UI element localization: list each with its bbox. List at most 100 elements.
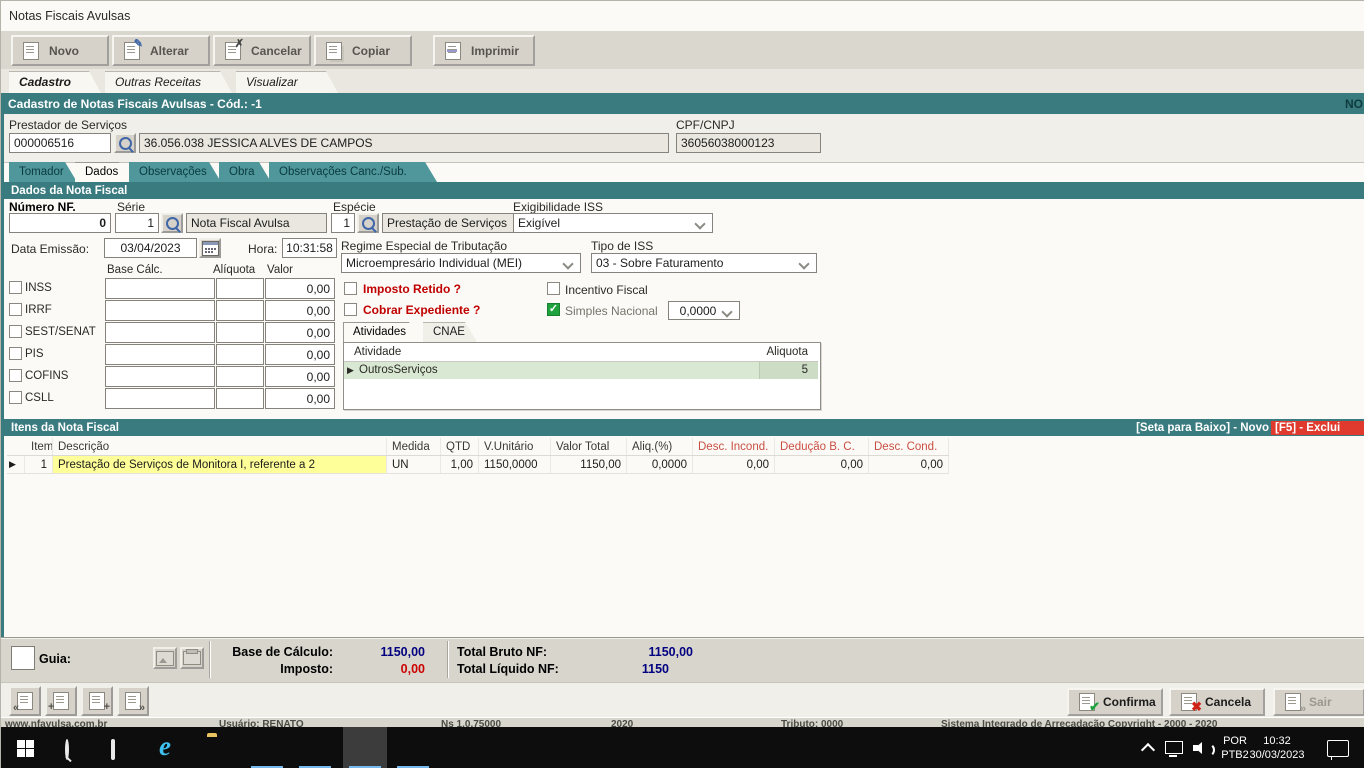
- internet-explorer-icon[interactable]: [159, 731, 171, 762]
- cancelar-button[interactable]: ✗ Cancelar: [213, 35, 311, 66]
- csll-valor-field[interactable]: 0,00: [265, 388, 335, 409]
- itens-hint-delete: [F5] - Exclui: [1271, 421, 1364, 435]
- exit-icon: »: [1285, 693, 1301, 711]
- csll-aliquota-field[interactable]: [216, 388, 264, 409]
- incentivo-fiscal-checkbox[interactable]: [547, 282, 560, 295]
- cancela-button[interactable]: ✖ Cancela: [1169, 688, 1265, 716]
- volume-icon[interactable]: [1193, 740, 1213, 756]
- qtd-cell: 1,00: [441, 456, 479, 473]
- nav-prev-button[interactable]: +: [45, 686, 77, 716]
- aliquota-cell-bg: [759, 362, 818, 379]
- nav-next-button[interactable]: +: [81, 686, 113, 716]
- record-next-icon: +: [89, 692, 105, 710]
- item-row[interactable]: ▶ 1 Prestação de Serviços de Monitora I,…: [7, 456, 949, 474]
- inss-base-field[interactable]: [105, 278, 215, 299]
- start-button-icon[interactable]: [17, 740, 34, 757]
- sest-label: SEST/SENAT: [25, 326, 96, 338]
- pis-aliquota-field[interactable]: [216, 344, 264, 365]
- tab-dados[interactable]: Dados: [75, 162, 131, 182]
- aliq-cell: 0,0000: [627, 456, 693, 473]
- copiar-button[interactable]: Copiar: [314, 35, 412, 66]
- tab-cadastro[interactable]: Cadastro: [9, 71, 101, 93]
- simples-nacional-checkbox[interactable]: [547, 303, 560, 316]
- imposto-retido-checkbox[interactable]: [344, 282, 357, 295]
- atividade-row[interactable]: ▶ OutrosServiços 5: [344, 362, 818, 379]
- search-icon: [119, 137, 132, 150]
- irrf-base-field[interactable]: [105, 300, 215, 321]
- inss-valor-field[interactable]: 0,00: [265, 278, 335, 299]
- pis-base-field[interactable]: [105, 344, 215, 365]
- page-status: NO: [1345, 97, 1363, 111]
- app-icon-2-highlight: [343, 727, 387, 768]
- sair-button[interactable]: » Sair: [1273, 688, 1364, 716]
- calendar-button[interactable]: [199, 238, 221, 258]
- sest-aliquota-field[interactable]: [216, 322, 264, 343]
- tab-outras-receitas[interactable]: Outras Receitas: [105, 71, 232, 93]
- alterar-button-label: Alterar: [150, 44, 189, 58]
- guia-view-button[interactable]: [153, 647, 177, 669]
- especie-field[interactable]: 1: [331, 213, 355, 233]
- regime-select[interactable]: Microempresário Individual (MEI): [341, 253, 581, 273]
- cobrar-expediente-checkbox[interactable]: [344, 303, 357, 316]
- tab-cadastro-label: Cadastro: [19, 75, 71, 89]
- sest-checkbox[interactable]: [9, 325, 22, 338]
- hora-field[interactable]: 10:31:58: [282, 238, 337, 258]
- prestador-search-button[interactable]: [114, 133, 136, 153]
- irrf-aliquota-field[interactable]: [216, 300, 264, 321]
- numero-field[interactable]: 0: [9, 213, 111, 233]
- exigibilidade-select[interactable]: Exigível: [513, 213, 713, 233]
- col-medida: Medida: [387, 438, 441, 455]
- imprimir-button[interactable]: Imprimir: [433, 35, 535, 66]
- base-calculo-value: 1150,00: [337, 645, 425, 659]
- tab-visualizar[interactable]: Visualizar: [236, 71, 338, 93]
- especie-search-button[interactable]: [357, 213, 379, 233]
- sest-base-field[interactable]: [105, 322, 215, 343]
- simples-valor-select[interactable]: 0,0000: [668, 301, 740, 320]
- dados-section-header: Dados da Nota Fiscal: [4, 182, 1364, 199]
- prestador-code-field[interactable]: 000006516: [9, 133, 111, 153]
- prestador-name-field: 36.056.038 JESSICA ALVES DE CAMPOS: [139, 133, 669, 153]
- irrf-checkbox[interactable]: [9, 303, 22, 316]
- tab-cnae[interactable]: CNAE: [423, 322, 477, 342]
- simples-nacional-label: Simples Nacional: [565, 304, 658, 318]
- tab-observacoes-canc[interactable]: Observações Canc./Sub.: [269, 162, 437, 182]
- cancelar-button-label: Cancelar: [251, 44, 302, 58]
- confirma-button[interactable]: ✔ Confirma: [1067, 688, 1163, 716]
- col-desc-incond: Desc. Incond.: [693, 438, 775, 455]
- guia-print-button[interactable]: [180, 647, 204, 669]
- tab-observacoes[interactable]: Observações: [129, 162, 221, 182]
- record-first-icon: «: [17, 692, 33, 710]
- serie-field[interactable]: 1: [115, 213, 159, 233]
- total-liquido-value: 1150: [593, 662, 669, 676]
- cofins-valor-field[interactable]: 0,00: [265, 366, 335, 387]
- tab-atividades[interactable]: Atividades: [343, 322, 421, 342]
- tab-obra[interactable]: Obra: [219, 162, 271, 182]
- guia-checkbox[interactable]: [11, 646, 35, 670]
- serie-search-button[interactable]: [161, 213, 183, 233]
- cofins-aliquota-field[interactable]: [216, 366, 264, 387]
- cofins-checkbox[interactable]: [9, 369, 22, 382]
- data-emissao-field[interactable]: 03/04/2023: [104, 238, 197, 258]
- taskbar-search-icon[interactable]: [65, 741, 69, 759]
- inss-checkbox[interactable]: [9, 281, 22, 294]
- nav-last-button[interactable]: »: [117, 686, 149, 716]
- novo-button[interactable]: Novo: [11, 35, 109, 66]
- sest-valor-field[interactable]: 0,00: [265, 322, 335, 343]
- network-icon[interactable]: [1165, 741, 1183, 754]
- nav-first-button[interactable]: «: [9, 686, 41, 716]
- irrf-valor-field[interactable]: 0,00: [265, 300, 335, 321]
- inss-aliquota-field[interactable]: [216, 278, 264, 299]
- alterar-button[interactable]: ✎ Alterar: [112, 35, 210, 66]
- csll-base-field[interactable]: [105, 388, 215, 409]
- task-view-icon[interactable]: [111, 741, 115, 759]
- pis-checkbox[interactable]: [9, 347, 22, 360]
- tipo-iss-select[interactable]: 03 - Sobre Faturamento: [591, 253, 817, 273]
- tray-expand-icon[interactable]: [1141, 743, 1155, 757]
- cofins-base-field[interactable]: [105, 366, 215, 387]
- tab-tomador[interactable]: Tomador: [9, 162, 77, 182]
- clock[interactable]: 10:32 30/03/2023: [1241, 734, 1313, 762]
- pis-valor-field[interactable]: 0,00: [265, 344, 335, 365]
- csll-checkbox[interactable]: [9, 391, 22, 404]
- record-last-icon: »: [125, 692, 141, 710]
- notification-center-icon[interactable]: [1327, 740, 1349, 757]
